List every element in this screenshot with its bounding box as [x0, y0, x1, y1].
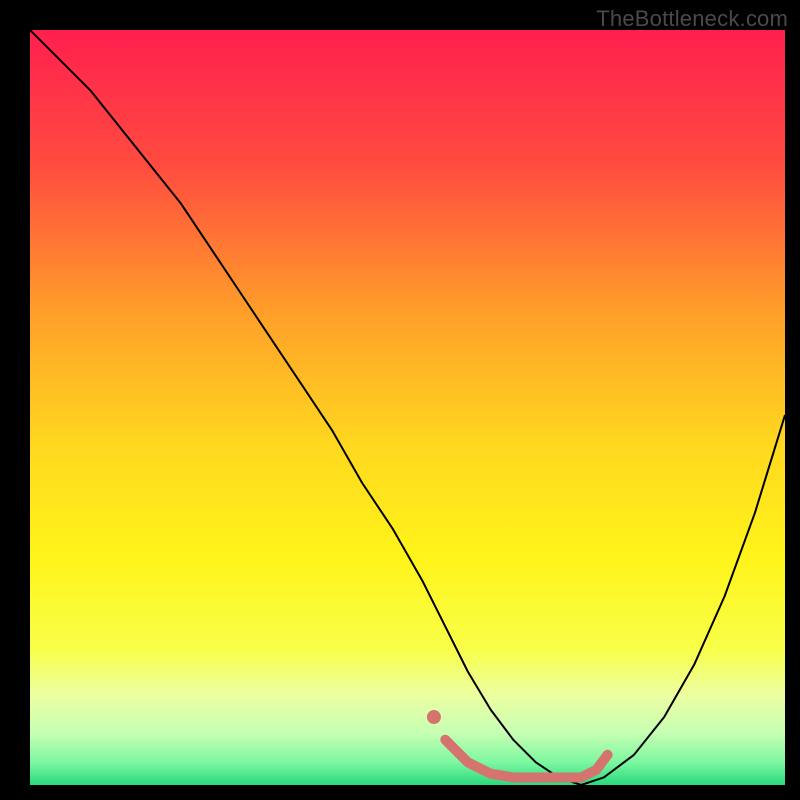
series-optimal-dot: [427, 710, 441, 724]
gradient-background: [30, 30, 785, 785]
chart-frame: TheBottleneck.com: [0, 0, 800, 800]
chart-svg: [30, 30, 785, 785]
plot-area: [30, 30, 785, 785]
watermark-text: TheBottleneck.com: [596, 6, 788, 32]
